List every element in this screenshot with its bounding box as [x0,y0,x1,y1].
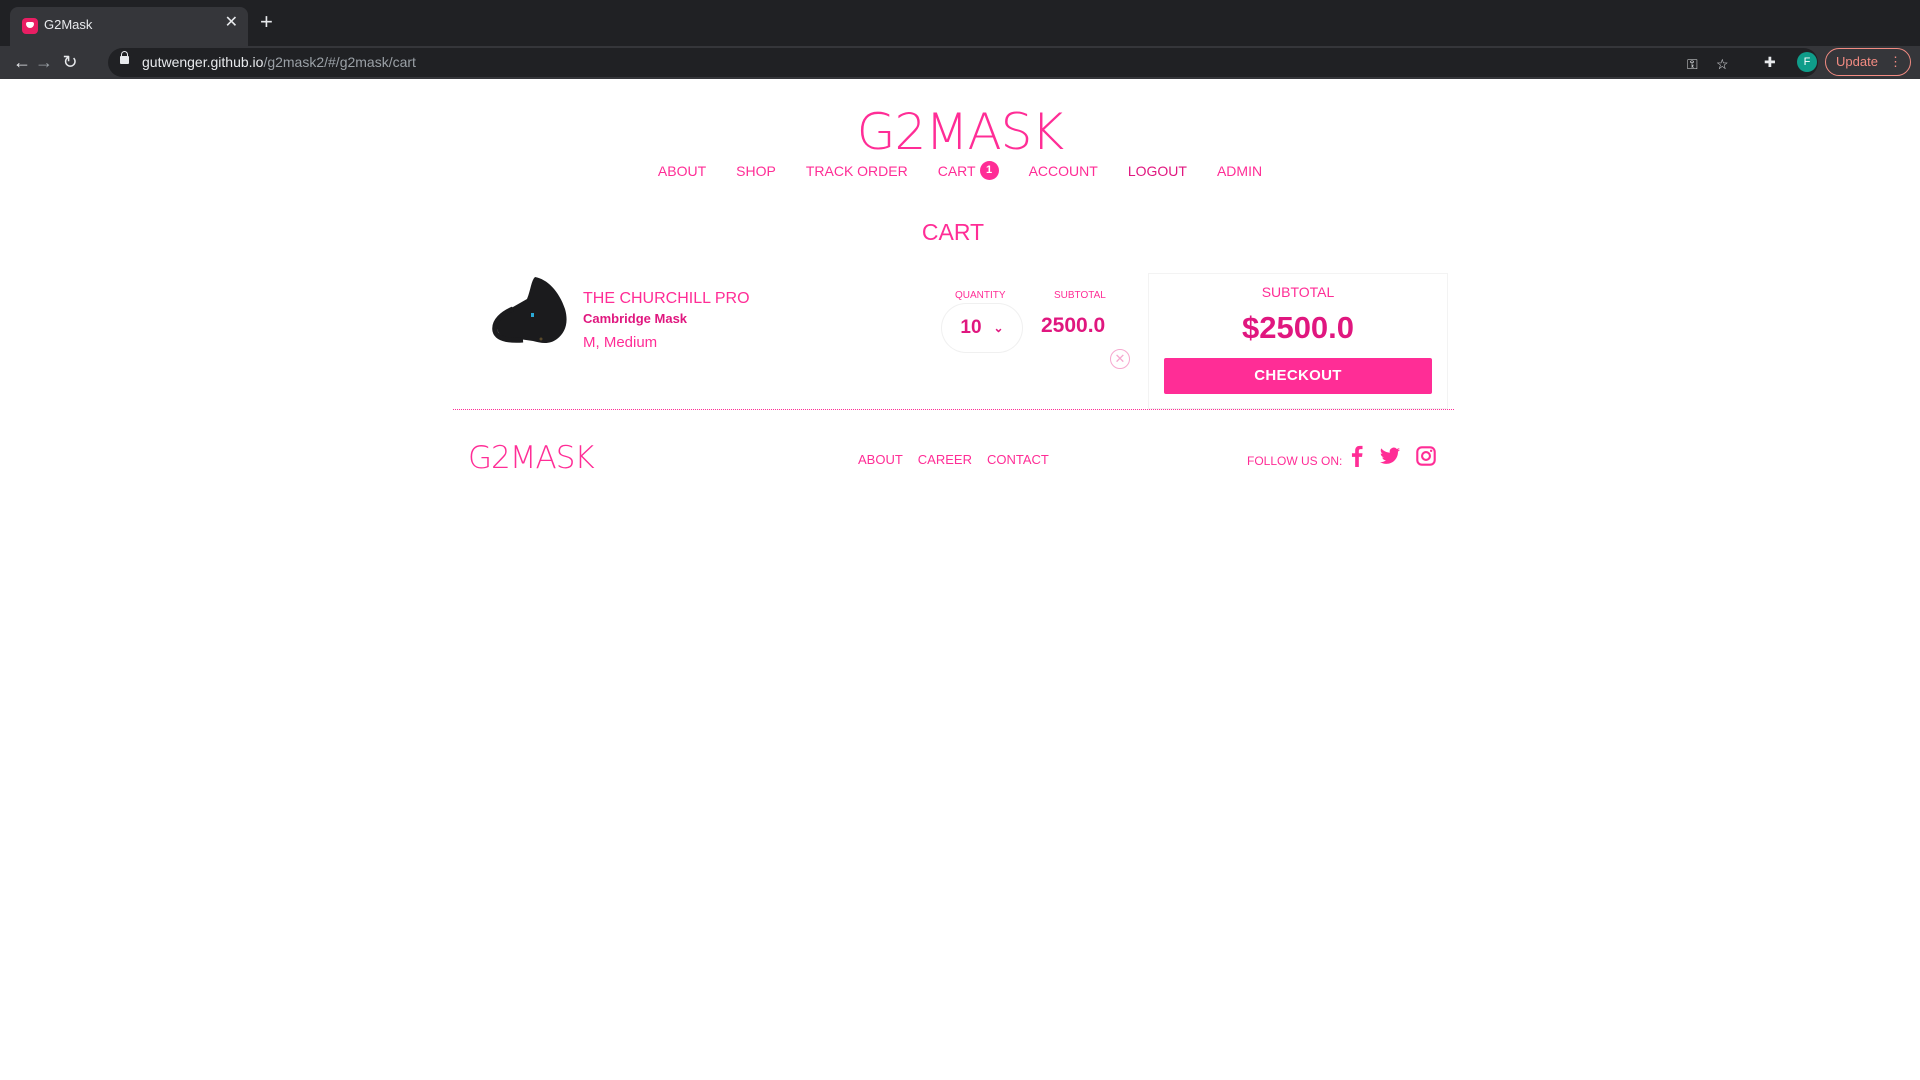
quantity-value: 10 [960,317,982,338]
product-brand: Cambridge Mask [583,311,688,326]
summary-total: $2500.0 [1241,310,1355,345]
nav-cart[interactable]: CART 1 [938,161,999,180]
profile-avatar[interactable]: F [1797,52,1817,72]
page: G2MASK ABOUT SHOP TRACK ORDER CART 1 ACC… [0,79,1920,1080]
footer-link-about[interactable]: ABOUT [858,452,903,467]
forward-icon[interactable]: → [32,50,56,74]
footer-nav: ABOUT CAREER CONTACT [858,452,1049,467]
nav-about[interactable]: ABOUT [658,161,706,180]
back-icon[interactable]: ← [10,50,34,74]
nav-admin[interactable]: ADMIN [1217,161,1262,180]
cart-summary: SUBTOTAL $2500.0 CHECKOUT [1148,273,1448,409]
nav-logout[interactable]: LOGOUT [1128,161,1187,180]
footer-link-contact[interactable]: CONTACT [987,452,1049,467]
chevron-down-icon: ⌄ [993,321,1004,335]
quantity-label: QUANTITY [955,290,1006,301]
facebook-icon[interactable] [1346,445,1368,467]
line-subtotal-label: SUBTOTAL [1054,290,1106,301]
product-variant: M, Medium [583,334,658,351]
cart-item: THE CHURCHILL PRO Cambridge Mask M, Medi… [453,269,1143,399]
instagram-icon[interactable] [1415,445,1437,467]
browser-tab-bar: G2Mask ✕ + [0,0,1920,46]
summary-subtotal-label: SUBTOTAL [1261,284,1335,300]
footer-link-career[interactable]: CAREER [918,452,972,467]
key-icon[interactable]: ⚿ [1687,54,1698,74]
nav-shop[interactable]: SHOP [736,161,776,180]
nav-track-order[interactable]: TRACK ORDER [806,161,908,180]
site-favicon-icon [22,18,38,34]
nav-account[interactable]: ACCOUNT [1029,161,1098,180]
browser-toolbar: ← → ↻ gutwenger.github.io/g2mask2/#/g2ma… [0,46,1920,79]
product-image[interactable] [483,269,583,359]
star-icon[interactable]: ☆ [1716,54,1729,74]
browser-tab[interactable]: G2Mask ✕ [10,7,248,46]
follow-us-label: FOLLOW US ON: [1247,454,1343,468]
divider [453,409,1454,410]
reload-icon[interactable]: ↻ [58,50,82,74]
checkout-button[interactable]: CHECKOUT [1164,358,1432,394]
footer-logo[interactable]: G2MASK [468,440,595,476]
quantity-select[interactable]: 10 ⌄ [942,304,1022,352]
new-tab-icon[interactable]: + [260,11,273,33]
nav-cart-label: CART [937,162,976,179]
lock-icon [120,51,129,64]
line-subtotal: 2500.0 [1041,314,1106,337]
main-nav: ABOUT SHOP TRACK ORDER CART 1 ACCOUNT LO… [0,161,1920,180]
more-icon: ⋮ [1889,54,1902,69]
cart-count-badge: 1 [979,161,999,180]
tab-title: G2Mask [44,17,93,32]
address-bar[interactable]: gutwenger.github.io/g2mask2/#/g2mask/car… [108,48,1818,77]
product-name[interactable]: THE CHURCHILL PRO [583,290,750,308]
remove-item-icon[interactable]: ✕ [1110,349,1130,369]
url-text: gutwenger.github.io/g2mask2/#/g2mask/car… [142,54,416,70]
close-tab-icon[interactable]: ✕ [225,15,238,31]
update-button[interactable]: Update ⋮ [1825,48,1911,76]
extensions-icon[interactable]: ✚ [1764,52,1776,72]
page-title: CART [921,219,985,245]
twitter-icon[interactable] [1379,445,1401,467]
site-logo[interactable]: G2MASK [0,103,1920,161]
